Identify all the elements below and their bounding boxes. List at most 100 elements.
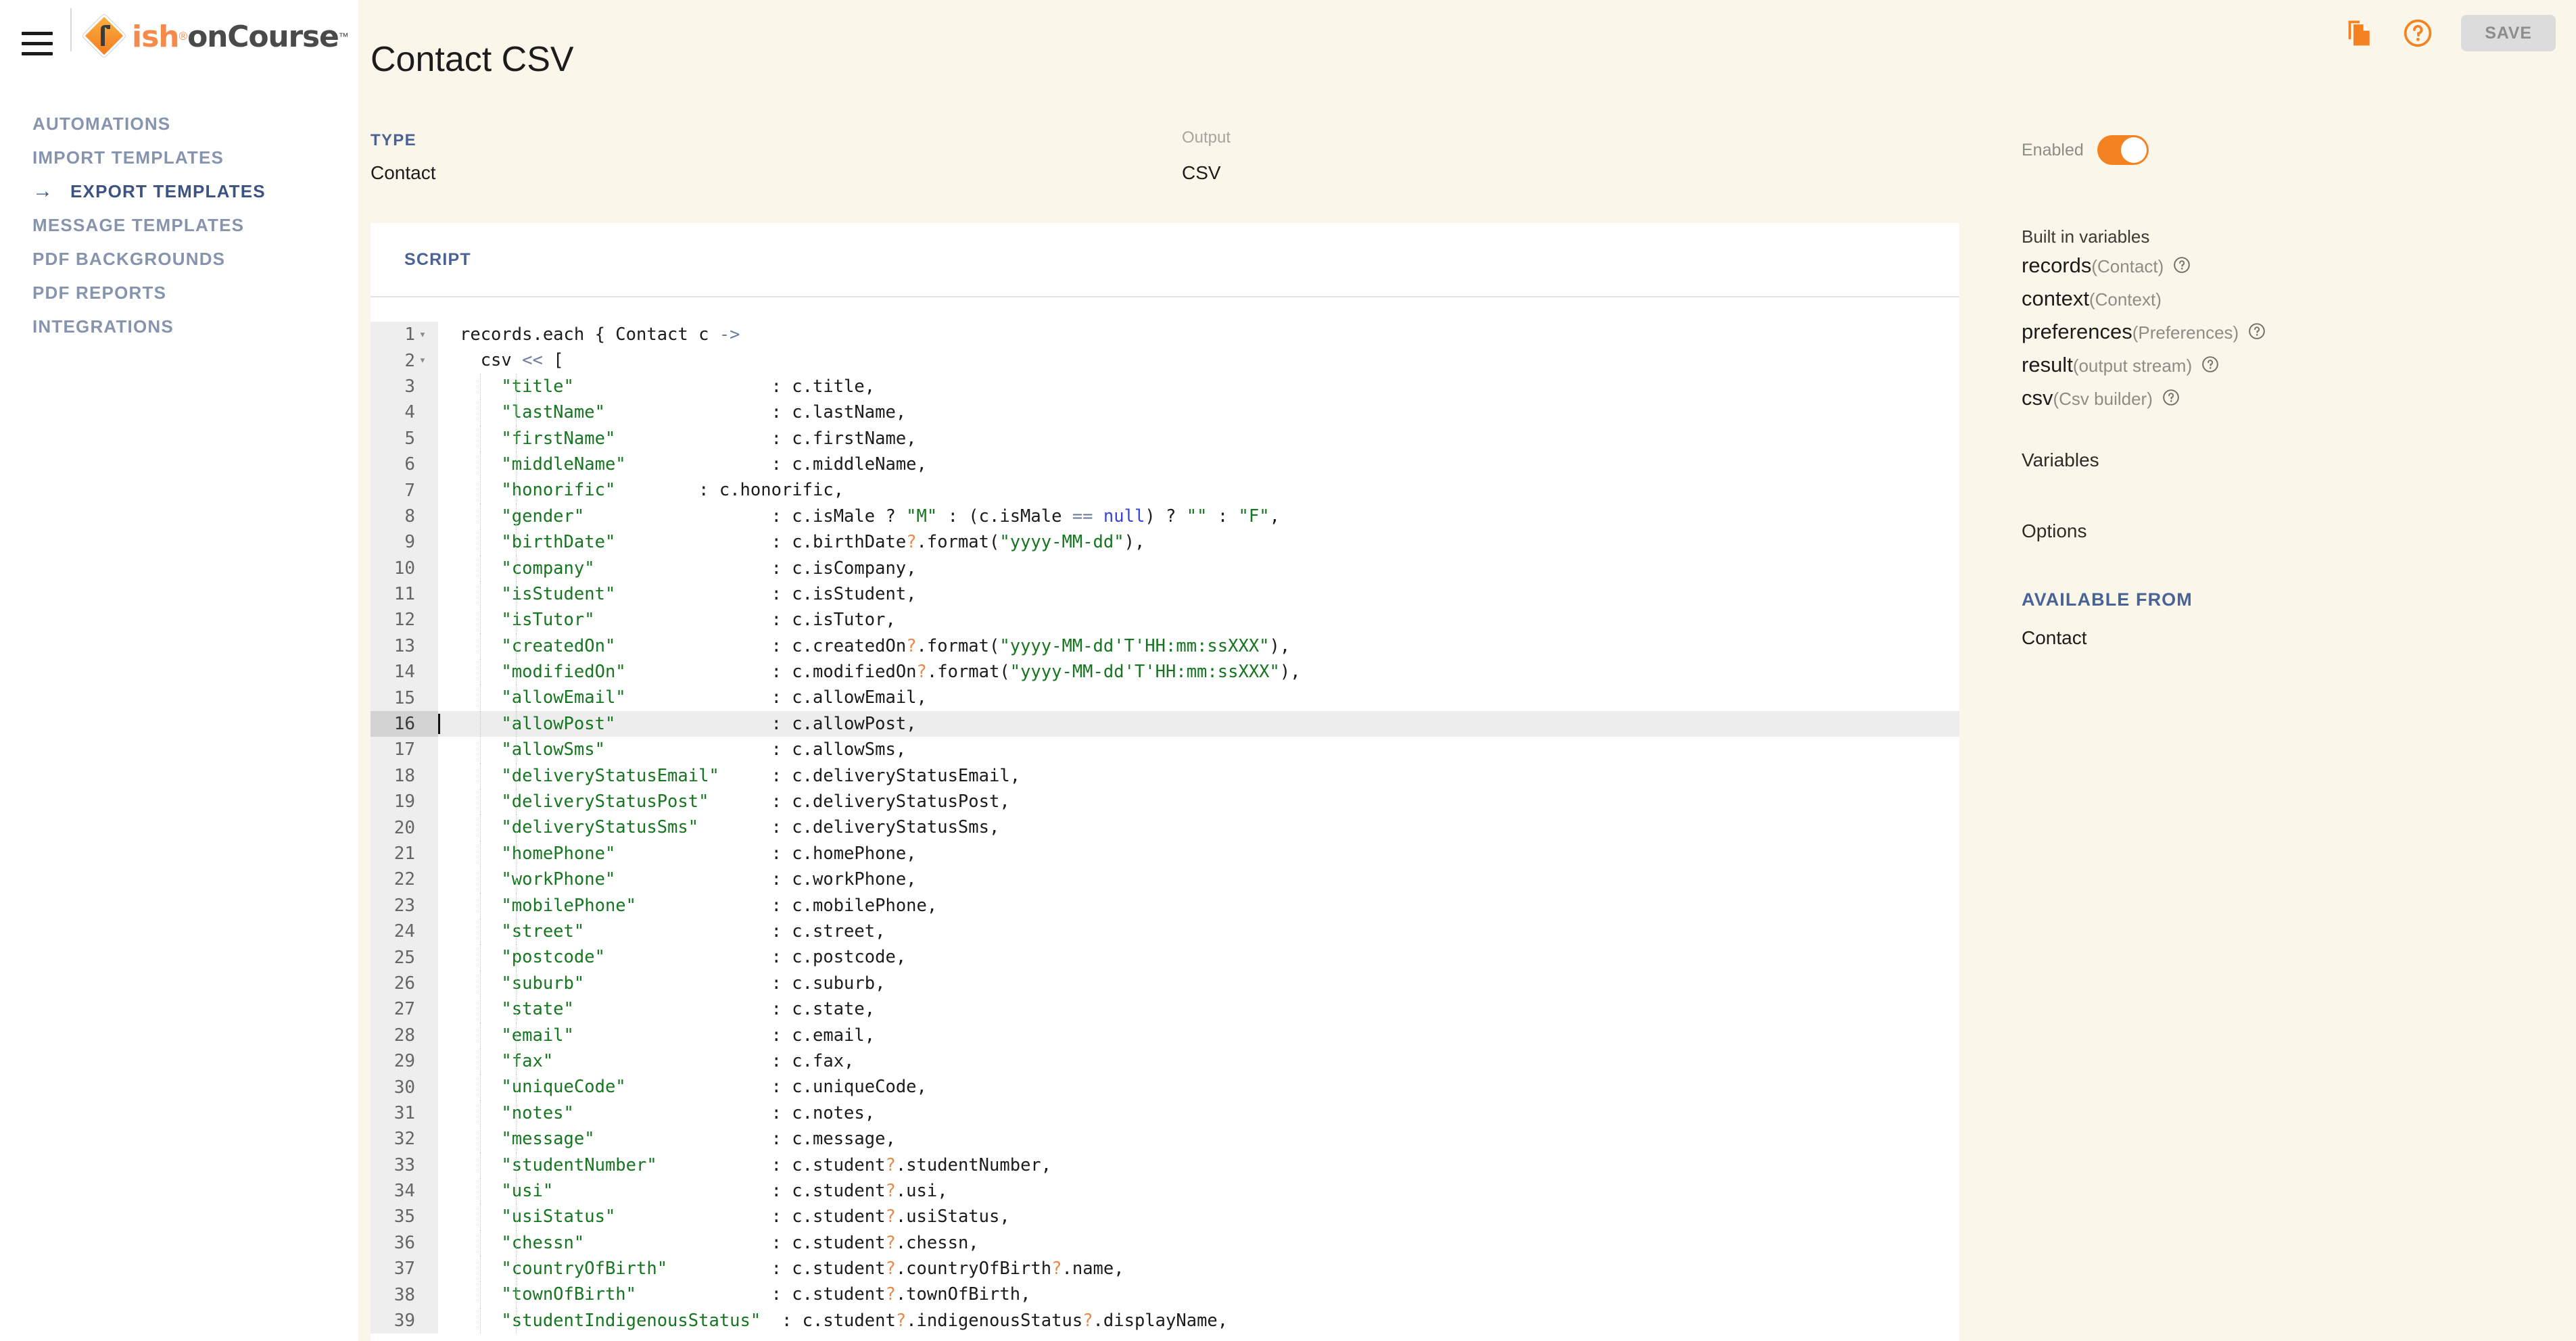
code-line[interactable]: 7▾ "honorific" : c.honorific, (371, 477, 1959, 504)
indent-guide (516, 892, 517, 919)
indent-guide (516, 1229, 517, 1257)
code-line[interactable]: 12▾ "isTutor" : c.isTutor, (371, 607, 1959, 633)
fold-arrow-icon[interactable]: ▾ (415, 328, 430, 341)
code-line[interactable]: 32▾ "message" : c.message, (371, 1126, 1959, 1152)
sidebar-item-message-templates[interactable]: MESSAGE TEMPLATES (0, 208, 358, 242)
sidebar-item-automations[interactable]: AUTOMATIONS (0, 107, 358, 141)
enabled-toggle[interactable] (2097, 135, 2149, 165)
line-number: 30▾ (371, 1074, 438, 1100)
code-line[interactable]: 10▾ "company" : c.isCompany, (371, 555, 1959, 581)
code-line[interactable]: 21▾ "homePhone" : c.homePhone, (371, 840, 1959, 867)
code-line-text: "suburb" : c.suburb, (438, 970, 1959, 997)
indent-guide (516, 867, 517, 893)
code-line[interactable]: 29▾ "fax" : c.fax, (371, 1048, 1959, 1075)
line-number: 6▾ (371, 451, 438, 478)
indent-guide (480, 373, 481, 400)
code-line-text: "email" : c.email, (438, 1022, 1959, 1048)
output-value[interactable]: CSV (1182, 162, 1221, 184)
fold-arrow-icon[interactable]: ▾ (415, 355, 430, 366)
builtin-variable-csv: csv (Csv builder) (2022, 386, 2180, 410)
help-circle-icon[interactable] (2248, 322, 2266, 343)
built-in-variables-title: Built in variables (2022, 226, 2150, 247)
line-number: 33▾ (371, 1152, 438, 1178)
code-line[interactable]: 38▾ "townOfBirth" : c.student?.townOfBir… (371, 1282, 1959, 1308)
code-line[interactable]: 23▾ "mobilePhone" : c.mobilePhone, (371, 892, 1959, 919)
indent-guide (480, 1100, 481, 1127)
code-line-text: "message" : c.message, (438, 1126, 1959, 1152)
brand-logo[interactable]: ish ® onCourse ™ (82, 14, 349, 58)
code-line[interactable]: 16▾ "allowPost" : c.allowPost, (371, 710, 1959, 737)
options-section-title[interactable]: Options (2022, 520, 2087, 542)
sidebar-item-export-templates[interactable]: → EXPORT TEMPLATES (0, 174, 358, 208)
code-editor[interactable]: 1 ▾ records.each { Contact c -> 2 ▾ csv << [… (371, 297, 1959, 1341)
indent-guide (480, 1229, 481, 1257)
indent-guide (516, 840, 517, 867)
help-circle-icon[interactable] (2201, 356, 2219, 376)
code-line[interactable]: 39▾ "studentIndigenousStatus" : c.studen… (371, 1307, 1959, 1334)
code-line[interactable]: 36▾ "chessn" : c.student?.chessn, (371, 1229, 1959, 1257)
variables-section-title[interactable]: Variables (2022, 449, 2099, 471)
code-line[interactable]: 37▾ "countryOfBirth" : c.student?.countr… (371, 1256, 1959, 1282)
code-line[interactable]: 15▾ "allowEmail" : c.allowEmail, (371, 685, 1959, 711)
code-line[interactable]: 20▾ "deliveryStatusSms" : c.deliveryStat… (371, 814, 1959, 841)
code-line[interactable]: 2 ▾ csv << [ (371, 347, 1959, 374)
line-number: 38▾ (371, 1282, 438, 1308)
line-number: 23▾ (371, 892, 438, 919)
line-number: 35▾ (371, 1204, 438, 1230)
code-line-text: "usi" : c.student?.usi, (438, 1177, 1959, 1204)
code-line[interactable]: 3▾ "title" : c.title, (371, 373, 1959, 400)
line-number: 11▾ (371, 581, 438, 608)
indent-guide (516, 1256, 517, 1282)
indent-guide (480, 970, 481, 997)
code-line-text: csv << [ (460, 350, 564, 371)
code-line[interactable]: 25▾ "postcode" : c.postcode, (371, 944, 1959, 971)
sidebar-item-label: INTEGRATIONS (32, 316, 174, 337)
indent-guide (480, 399, 481, 426)
sidebar: ish ® onCourse ™ AUTOMATIONS IMPORT TEMPLATE… (0, 0, 358, 1341)
indent-guide (480, 1282, 481, 1308)
code-line[interactable]: 4▾ "lastName" : c.lastName, (371, 399, 1959, 426)
code-line[interactable]: 14▾ "modifiedOn" : c.modifiedOn?.format(… (371, 659, 1959, 685)
sidebar-item-pdf-reports[interactable]: PDF REPORTS (0, 276, 358, 310)
indent-guide (480, 477, 481, 504)
code-line[interactable]: 30▾ "uniqueCode" : c.uniqueCode, (371, 1074, 1959, 1100)
script-panel-header: SCRIPT (371, 223, 1959, 297)
sidebar-item-integrations[interactable]: INTEGRATIONS (0, 310, 358, 343)
code-line[interactable]: 1 ▾ records.each { Contact c -> (371, 322, 1959, 348)
code-line[interactable]: 22▾ "workPhone" : c.workPhone, (371, 867, 1959, 893)
code-line[interactable]: 33▾ "studentNumber" : c.student?.student… (371, 1152, 1959, 1178)
code-line[interactable]: 34▾ "usi" : c.student?.usi, (371, 1177, 1959, 1204)
help-circle-icon[interactable] (2162, 389, 2180, 410)
script-panel: SCRIPT 1 ▾ records.each { Contact c -> 2 ▾ c… (371, 223, 1959, 1341)
code-line[interactable]: 17▾ "allowSms" : c.allowSms, (371, 737, 1959, 763)
code-line-text: "studentIndigenousStatus" : c.student?.i… (438, 1307, 1959, 1334)
type-value[interactable]: Contact (371, 162, 436, 184)
line-number: 37▾ (371, 1256, 438, 1282)
code-line-text: "honorific" : c.honorific, (438, 477, 1959, 504)
code-line[interactable]: 26▾ "suburb" : c.suburb, (371, 970, 1959, 997)
code-line[interactable]: 35▾ "usiStatus" : c.student?.usiStatus, (371, 1204, 1959, 1230)
sidebar-item-import-templates[interactable]: IMPORT TEMPLATES (0, 141, 358, 174)
code-line[interactable]: 18▾ "deliveryStatusEmail" : c.deliverySt… (371, 762, 1959, 789)
code-line[interactable]: 8▾ "gender" : c.isMale ? "M" : (c.isMale… (371, 503, 1959, 530)
code-line[interactable]: 6▾ "middleName" : c.middleName, (371, 451, 1959, 478)
sidebar-item-pdf-backgrounds[interactable]: PDF BACKGROUNDS (0, 242, 358, 276)
code-line[interactable]: 9▾ "birthDate" : c.birthDate?.format("yy… (371, 529, 1959, 556)
code-line[interactable]: 24▾ "street" : c.street, (371, 918, 1959, 945)
code-line[interactable]: 31▾ "notes" : c.notes, (371, 1100, 1959, 1127)
indent-guide (480, 581, 481, 608)
code-line[interactable]: 27▾ "state" : c.state, (371, 996, 1959, 1023)
indent-guide (516, 737, 517, 763)
help-circle-icon[interactable] (2173, 256, 2191, 277)
hamburger-menu-icon[interactable] (22, 32, 53, 56)
builtin-variable-type: (output stream) (2072, 356, 2193, 376)
code-line[interactable]: 13▾ "createdOn" : c.createdOn?.format("y… (371, 633, 1959, 660)
code-line[interactable]: 28▾ "email" : c.email, (371, 1022, 1959, 1048)
code-line-text: "uniqueCode" : c.uniqueCode, (438, 1074, 1959, 1100)
code-line[interactable]: 11▾ "isStudent" : c.isStudent, (371, 581, 1959, 608)
indent-guide (480, 633, 481, 660)
code-line[interactable]: 19▾ "deliveryStatusPost" : c.deliverySta… (371, 789, 1959, 815)
builtin-variable-name: preferences (2022, 320, 2132, 343)
line-number: 31▾ (371, 1100, 438, 1127)
code-line[interactable]: 5▾ "firstName" : c.firstName, (371, 425, 1959, 452)
